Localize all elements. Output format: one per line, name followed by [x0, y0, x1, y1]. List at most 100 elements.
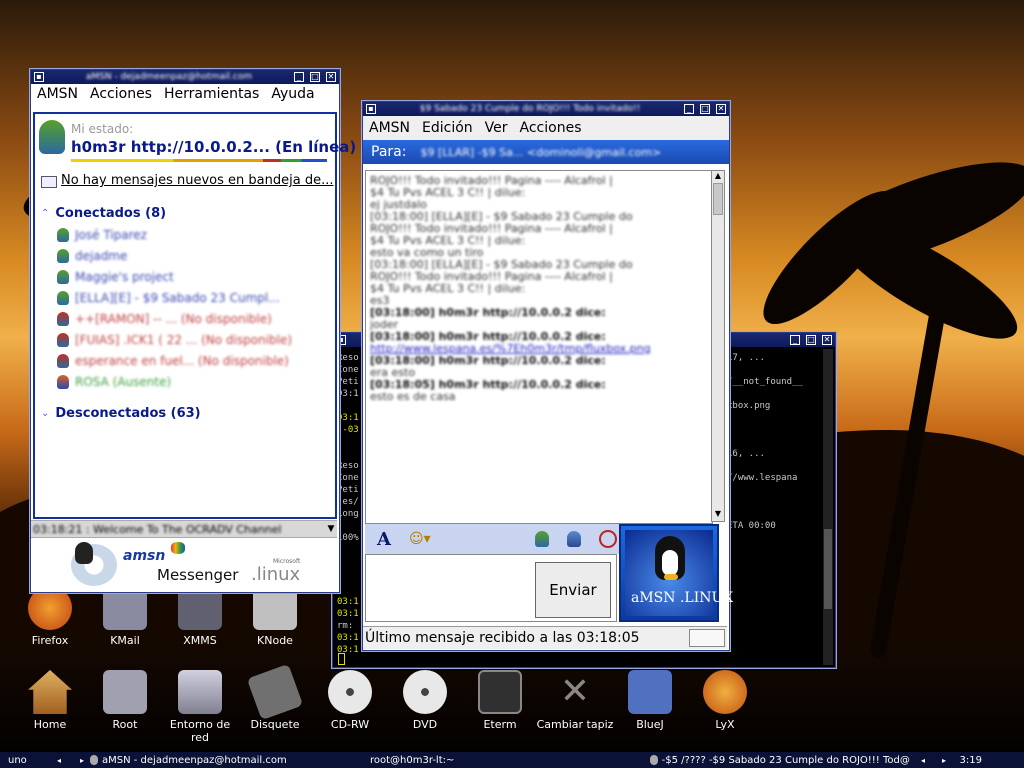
scroll-down-icon[interactable]: ▼ — [712, 509, 724, 521]
message-line: esto es de casa — [370, 390, 456, 403]
chat-toolbar: A ☺▾ — [365, 524, 629, 554]
maximize-icon[interactable]: □ — [700, 104, 710, 114]
x-icon: ✕ — [559, 671, 591, 712]
window-menu-icon[interactable]: ▪ — [34, 72, 44, 82]
contact-item[interactable]: Maggie's project — [35, 266, 333, 287]
emoticon-icon[interactable]: ☺▾ — [409, 531, 431, 547]
contact-item[interactable]: ROSA (Ausente) — [35, 371, 333, 392]
terminal-line: 03:1 — [337, 389, 359, 399]
offline-group-header[interactable]: ⌄ Desconectados (63) — [41, 406, 201, 421]
contact-item[interactable]: [ELLA][E] - $9 Sabado 23 Cumpl... — [35, 287, 333, 308]
close-icon[interactable]: ✕ — [822, 335, 832, 345]
conversation-area[interactable]: ROJO!!! Todo invitado!!! Pagina ---- Alc… — [365, 170, 713, 524]
contact-item[interactable]: dejadme — [35, 245, 333, 266]
desktop-icon-eterm[interactable]: Eterm — [460, 670, 540, 731]
maximize-icon[interactable]: □ — [310, 72, 320, 82]
terminal-line: Reso — [337, 353, 359, 363]
desktop-icon-root[interactable]: Root — [85, 670, 165, 731]
terminal-scrollbar[interactable] — [823, 349, 833, 665]
contact-online-icon — [57, 269, 69, 284]
contact-busy-icon — [57, 332, 69, 347]
window-menu-icon[interactable]: ▪ — [366, 104, 376, 114]
conversation-scrollbar[interactable]: ▲ ▼ — [711, 170, 725, 522]
scrollbar-thumb[interactable] — [713, 183, 723, 215]
task-chat[interactable]: -$5 /???? -$9 Sabado 23 Cumple do ROJO!!… — [650, 755, 910, 766]
menu-item-herramientas[interactable]: Herramientas — [164, 86, 259, 102]
desktop-icon-label: Root — [112, 718, 138, 731]
desktop-icon-home[interactable]: Home — [10, 670, 90, 731]
workspace-name[interactable]: uno — [0, 755, 44, 766]
scroll-up-icon[interactable]: ▲ — [712, 171, 724, 183]
desktop-icon-wallpaper[interactable]: ✕ Cambiar tapiz — [535, 670, 615, 731]
dropdown-arrow-icon[interactable]: ▼ — [325, 524, 337, 534]
window-title: aMSN - dejadmeenpaz@hotmail.com — [85, 72, 253, 82]
contact-item[interactable]: [FUIAS] .ICK1 ( 22 ... (No disponible) — [35, 329, 333, 350]
menu-item-ver[interactable]: Ver — [485, 120, 508, 136]
desktop-icon-label: Cambiar tapiz — [536, 718, 614, 731]
next-task-icon[interactable]: ▸ — [936, 756, 952, 765]
desktop-icon-cdrw[interactable]: CD-RW — [310, 670, 390, 731]
prev-task-icon[interactable]: ◂ — [910, 756, 936, 765]
send-file-icon[interactable] — [567, 531, 581, 547]
menu-item-acciones[interactable]: Acciones — [90, 86, 152, 102]
task-amsn[interactable]: aMSN - dejadmeenpaz@hotmail.com — [90, 755, 370, 766]
desktop-icon-firefox[interactable]: Firefox — [10, 586, 90, 647]
desktop-icon-dvd[interactable]: DVD — [385, 670, 465, 731]
menu-item-ayuda[interactable]: Ayuda — [271, 86, 314, 102]
desktop-icon-floppy[interactable]: Disquete — [235, 663, 315, 731]
contact-list-panel: Mi estado: h0m3r http://10.0.0.2... (En … — [33, 112, 356, 519]
minimize-icon[interactable]: _ — [684, 104, 694, 114]
contact-item[interactable]: esperance en fuel... (No disponible) — [35, 350, 333, 371]
amsn-main-window[interactable]: ▪ aMSN - dejadmeenpaz@hotmail.com _ □ ✕ … — [30, 69, 356, 593]
desktop-icon-kmail[interactable]: KMail — [85, 586, 165, 647]
amsn-chat-window[interactable]: ▪ $9 Sabado 23 Cumple do ROJO!!! Todo in… — [362, 101, 733, 651]
menu-item-acciones[interactable]: Acciones — [520, 120, 582, 136]
desktop-icon-xmms[interactable]: XMMS — [160, 586, 240, 647]
block-contact-icon[interactable] — [599, 530, 617, 548]
amsn-chat-titlebar[interactable]: ▪ $9 Sabado 23 Cumple do ROJO!!! Todo in… — [363, 102, 729, 116]
online-group-header[interactable]: ⌃ Conectados (8) — [41, 206, 166, 221]
minimize-icon[interactable]: _ — [790, 335, 800, 345]
desktop-icon-network[interactable]: Entorno de red — [160, 670, 240, 744]
next-workspace-icon[interactable]: ▸ — [74, 756, 90, 765]
contact-online-icon — [57, 248, 69, 263]
logo-amsn: amsn — [123, 548, 166, 564]
terminal-line: /__not_found__ — [727, 377, 803, 387]
desktop-icon-knode[interactable]: KNode — [235, 586, 315, 647]
contact-item[interactable]: José Tiparez — [35, 224, 333, 245]
logo-linux: .linux — [251, 564, 301, 585]
desktop-icon-bluej[interactable]: BlueJ — [610, 670, 690, 731]
font-icon[interactable]: A — [377, 529, 391, 550]
expand-icon: ⌄ — [41, 408, 50, 419]
task-terminal[interactable]: root@h0m3r-lt:~ — [370, 755, 650, 766]
amsn-main-titlebar[interactable]: ▪ aMSN - dejadmeenpaz@hotmail.com _ □ ✕ — [31, 70, 339, 84]
send-button[interactable]: Enviar — [535, 562, 611, 618]
prev-workspace-icon[interactable]: ◂ — [44, 756, 74, 765]
contact-item[interactable]: ++[RAMON] -- ... (No disponible) — [35, 308, 333, 329]
collapse-icon: ⌃ — [41, 208, 50, 219]
desktop-icon-label: KNode — [257, 634, 293, 647]
scrollbar-thumb[interactable] — [824, 529, 832, 609]
minimize-icon[interactable]: _ — [294, 72, 304, 82]
mail-notice-link[interactable]: No hay mensajes nuevos en bandeja de... — [61, 173, 333, 188]
close-icon[interactable]: ✕ — [326, 72, 336, 82]
desktop-icon-lyx[interactable]: LyX — [685, 670, 765, 731]
terminal-line: xbox.png — [727, 401, 771, 411]
dvd-icon — [403, 670, 447, 714]
terminal-left-column: Reso Cone Peti 03:1 03:1 --03 Reso Cone … — [337, 353, 365, 545]
close-icon[interactable]: ✕ — [716, 104, 726, 114]
menu-item-amsn[interactable]: AMSN — [369, 120, 410, 136]
my-state-value[interactable]: h0m3r http://10.0.0.2... (En línea) — [71, 138, 356, 156]
maximize-icon[interactable]: □ — [806, 335, 816, 345]
menu-item-amsn[interactable]: AMSN — [37, 86, 78, 102]
terminal-line: 03:1 — [337, 609, 359, 619]
messages-list: ROJO!!! Todo invitado!!! Pagina ---- Alc… — [366, 171, 712, 407]
my-avatar-icon[interactable] — [39, 120, 65, 154]
menu-item-edicion[interactable]: Edición — [422, 120, 473, 136]
status-line-bar[interactable]: 03:18:21 : Welcome To The OCRADV Channel… — [31, 520, 337, 538]
invite-contact-icon[interactable] — [535, 531, 549, 547]
desktop-icon-label: Eterm — [483, 718, 517, 731]
bluej-icon — [628, 670, 672, 714]
